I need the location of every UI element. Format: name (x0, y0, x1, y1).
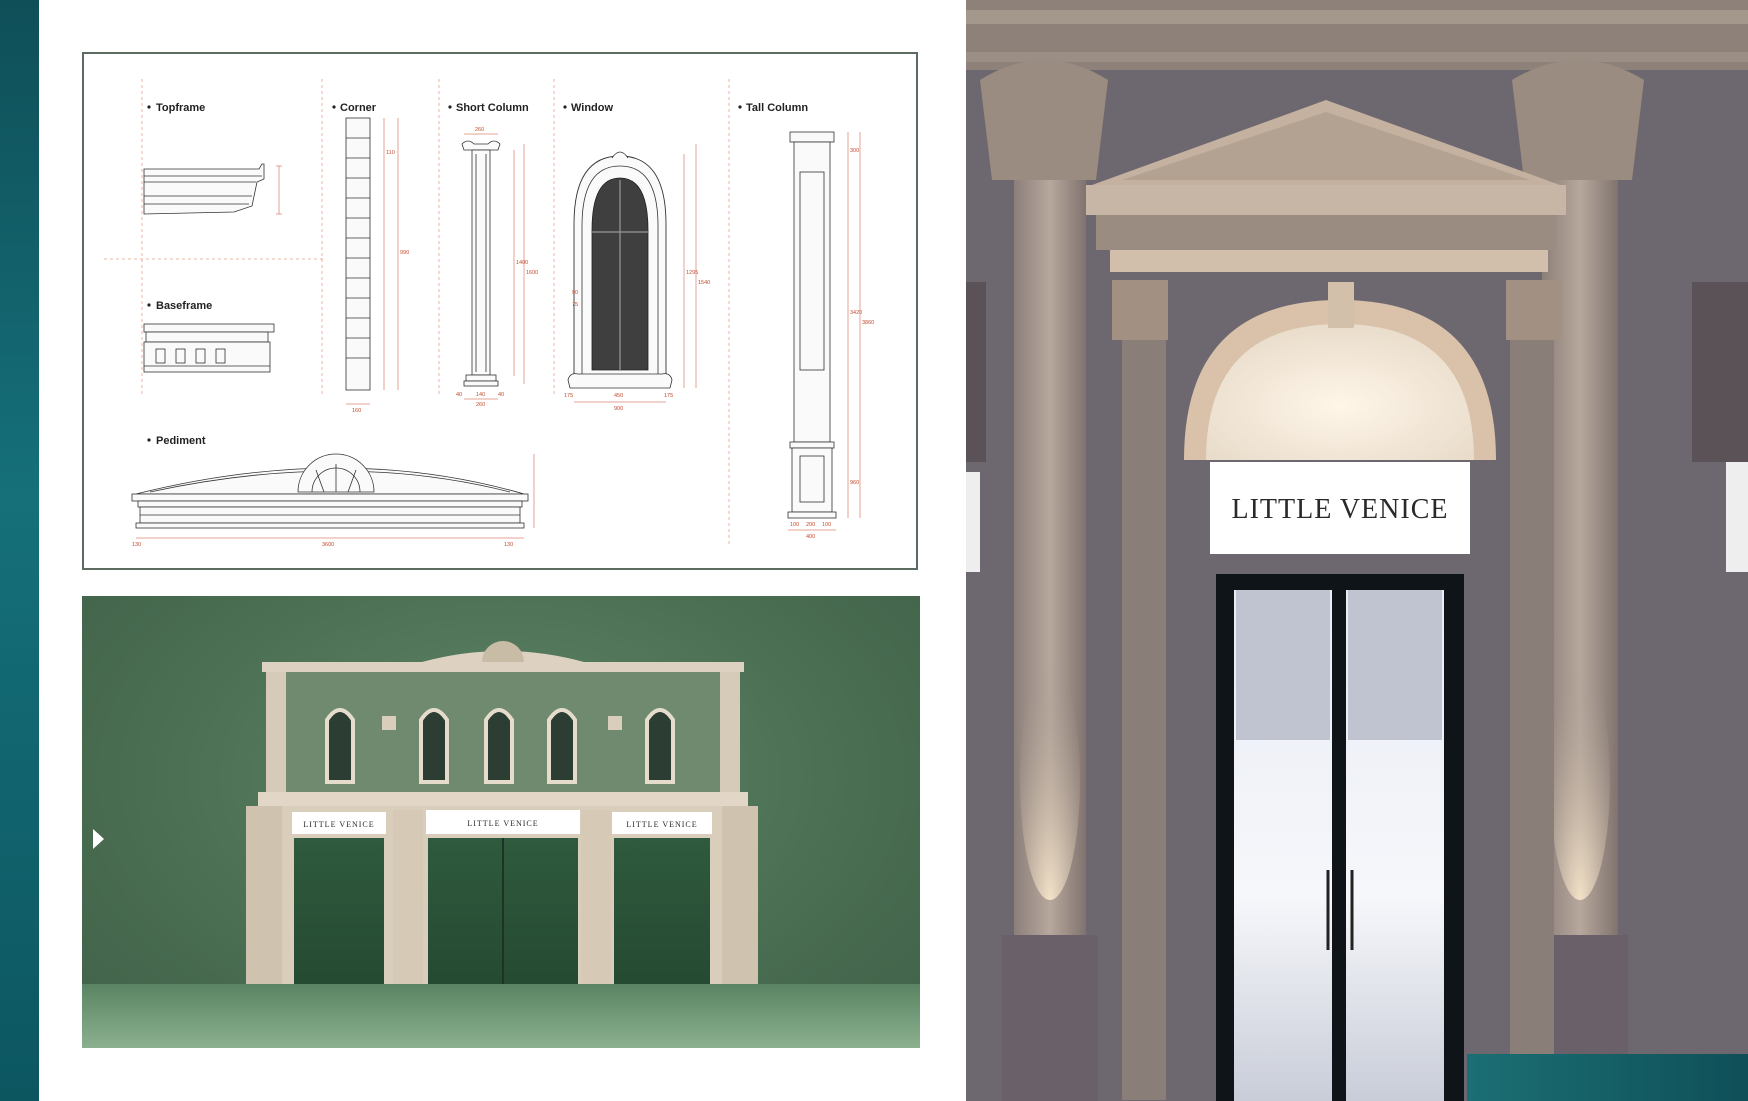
svg-text:130: 130 (132, 542, 141, 548)
svg-text:900: 900 (614, 406, 623, 412)
svg-text:90: 90 (572, 290, 578, 296)
svg-text:960: 960 (850, 480, 859, 486)
facade-render-panel: LITTLE VENICE LITTLE VENICE LITTLE VENIC… (82, 596, 920, 1048)
svg-text:1600: 1600 (526, 270, 538, 276)
short-column-drawing (461, 140, 501, 387)
label-tall-column: Tall Column (746, 102, 808, 114)
svg-text:3420: 3420 (850, 310, 862, 316)
storefront-photo-panel: LITTLE VENICE (966, 0, 1748, 1101)
technical-drawing-panel: Topframe Corner Short Column Window Tall… (82, 52, 918, 570)
svg-text:3860: 3860 (862, 320, 874, 326)
svg-text:100: 100 (790, 522, 799, 528)
label-baseframe: Baseframe (156, 300, 212, 312)
svg-text:175: 175 (564, 393, 573, 399)
svg-text:160: 160 (352, 408, 361, 414)
svg-text:260: 260 (476, 402, 485, 408)
photo-sign-text: LITTLE VENICE (1232, 494, 1449, 525)
svg-text:990: 990 (400, 250, 409, 256)
label-window: Window (571, 102, 613, 114)
topframe-drawing (143, 163, 265, 215)
play-icon[interactable] (93, 829, 104, 849)
pediment-drawing (131, 453, 529, 529)
svg-text:40: 40 (456, 392, 462, 398)
tall-column-drawing (787, 131, 837, 519)
svg-text:300: 300 (850, 148, 859, 154)
label-topframe: Topframe (156, 102, 205, 114)
svg-text:40: 40 (498, 392, 504, 398)
svg-text:75: 75 (572, 302, 578, 308)
svg-text:3600: 3600 (322, 542, 334, 548)
svg-text:400: 400 (806, 534, 815, 540)
storefront-photo: LITTLE VENICE (966, 0, 1748, 1101)
render-sign-center: LITTLE VENICE (467, 819, 538, 828)
svg-text:130: 130 (504, 542, 513, 548)
svg-text:1400: 1400 (516, 260, 528, 266)
render-sign-right: LITTLE VENICE (626, 820, 697, 829)
svg-text:260: 260 (475, 127, 484, 133)
svg-text:1540: 1540 (698, 280, 710, 286)
svg-text:110: 110 (386, 150, 395, 156)
svg-text:200: 200 (806, 522, 815, 528)
corner-accent-block (1467, 1054, 1748, 1101)
svg-text:100: 100 (822, 522, 831, 528)
render-sign-left: LITTLE VENICE (303, 820, 374, 829)
window-drawing (567, 151, 673, 389)
corner-drawing (345, 117, 371, 391)
label-short-column: Short Column (456, 102, 529, 114)
svg-text:450: 450 (614, 393, 623, 399)
label-pediment: Pediment (156, 435, 206, 447)
technical-drawings: Topframe Corner Short Column Window Tall… (104, 79, 874, 548)
svg-text:1295: 1295 (686, 270, 698, 276)
facade-render: LITTLE VENICE LITTLE VENICE LITTLE VENIC… (82, 641, 920, 1048)
label-corner: Corner (340, 102, 377, 114)
left-accent-strip (0, 0, 39, 1101)
baseframe-drawing (143, 323, 275, 373)
svg-text:175: 175 (664, 393, 673, 399)
svg-text:140: 140 (476, 392, 485, 398)
